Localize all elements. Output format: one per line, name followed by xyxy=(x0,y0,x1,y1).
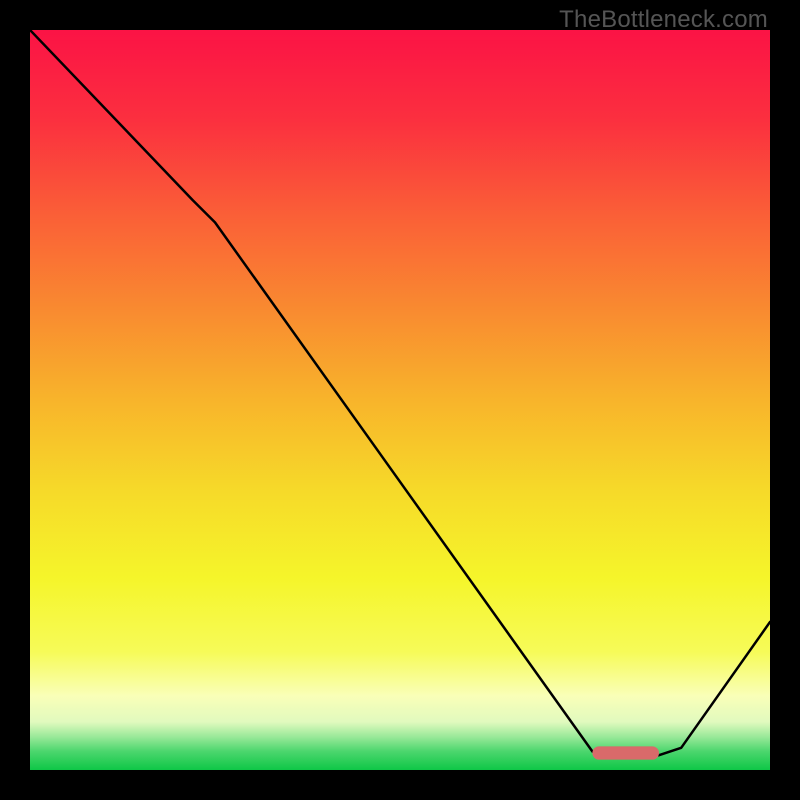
optimal-range-marker xyxy=(592,746,659,759)
watermark-text: TheBottleneck.com xyxy=(559,6,768,34)
gradient-background xyxy=(30,30,770,770)
bottleneck-chart: TheBottleneck.com xyxy=(0,0,800,800)
plot-svg xyxy=(30,30,770,770)
